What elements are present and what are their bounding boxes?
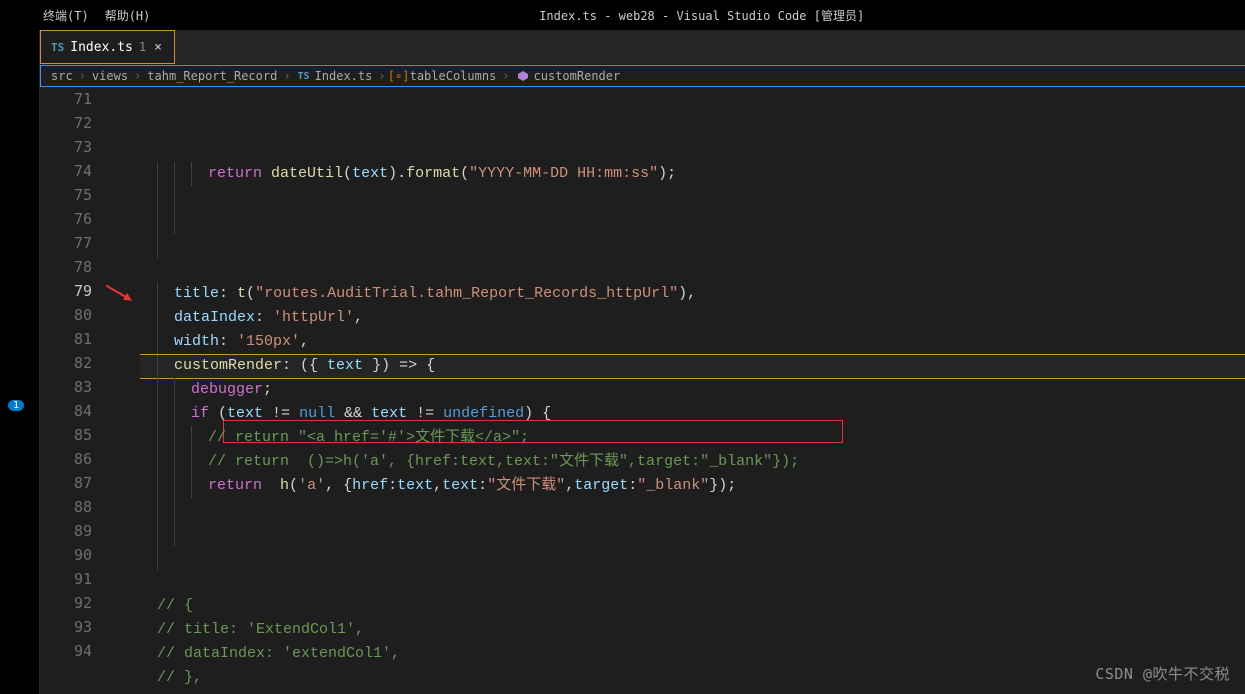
line-number: 75 (40, 186, 110, 210)
code-line[interactable]: // }, (140, 666, 1245, 690)
line-number: 80 (40, 306, 110, 330)
line-number: 81 (40, 330, 110, 354)
code-line[interactable] (140, 186, 1245, 210)
code-line[interactable] (140, 498, 1245, 522)
line-number: 76 (40, 210, 110, 234)
code-line[interactable]: // { (140, 690, 1245, 694)
crumb-file[interactable]: TS Index.ts (297, 69, 373, 83)
code-line[interactable] (140, 570, 1245, 594)
menu-terminal[interactable]: 终端(T) (35, 3, 97, 28)
chevron-right-icon: › (378, 69, 385, 83)
line-number: 73 (40, 138, 110, 162)
chevron-right-icon: › (134, 69, 141, 83)
crumb-symbol-array[interactable]: [∘] tableColumns (392, 69, 497, 83)
line-number: 90 (40, 546, 110, 570)
line-number: 88 (40, 498, 110, 522)
code-line[interactable]: // dataIndex: 'extendCol1', (140, 642, 1245, 666)
crumb-src[interactable]: src (51, 69, 73, 83)
crumb-folder[interactable]: tahm_Report_Record (147, 69, 277, 83)
code-line[interactable]: customRender: ({ text }) => { (140, 354, 1245, 378)
line-number: 94 (40, 642, 110, 666)
crumb-views[interactable]: views (92, 69, 128, 83)
code-line[interactable]: debugger; (140, 378, 1245, 402)
code-line[interactable] (140, 234, 1245, 258)
window-title: Index.ts - web28 - Visual Studio Code [管… (158, 7, 1245, 24)
watermark: CSDN @吹牛不交税 (1095, 663, 1230, 684)
array-icon: [∘] (392, 69, 406, 83)
chevron-right-icon: › (502, 69, 509, 83)
editor-tabs: TS Index.ts 1 × (40, 30, 1245, 65)
title-bar: 终端(T) 帮助(H) Index.ts - web28 - Visual St… (0, 0, 1245, 30)
line-number: 93 (40, 618, 110, 642)
code-line[interactable]: title: t("routes.AuditTrial.tahm_Report_… (140, 282, 1245, 306)
file-icon-ts: TS (51, 41, 64, 54)
line-number: 78 (40, 258, 110, 282)
code-line[interactable]: return dateUtil(text).format("YYYY-MM-DD… (140, 162, 1245, 186)
line-number: 79 (40, 282, 110, 306)
menu-bar: 终端(T) 帮助(H) (0, 3, 158, 28)
line-number: 72 (40, 114, 110, 138)
tab-label: Index.ts (70, 40, 133, 55)
crumb-symbol-method[interactable]: customRender (516, 69, 621, 83)
code-line[interactable]: // return ()=>h('a', {href:text,text:"文件… (140, 450, 1245, 474)
activity-bar: 1 (0, 30, 40, 694)
code-line[interactable]: dataIndex: 'httpUrl', (140, 306, 1245, 330)
line-number: 87 (40, 474, 110, 498)
code-line[interactable]: // return "<a href='#'>文件下载</a>"; (140, 426, 1245, 450)
line-number: 71 (40, 90, 110, 114)
line-number: 84 (40, 402, 110, 426)
code-line[interactable] (140, 522, 1245, 546)
code-line[interactable]: width: '150px', (140, 330, 1245, 354)
chevron-right-icon: › (283, 69, 290, 83)
code-line[interactable]: // title: 'ExtendCol1', (140, 618, 1245, 642)
code-line[interactable] (140, 546, 1245, 570)
tab-index-ts[interactable]: TS Index.ts 1 × (40, 30, 175, 64)
code-line[interactable] (140, 210, 1245, 234)
menu-help[interactable]: 帮助(H) (97, 3, 159, 28)
code-line[interactable]: return h('a', {href:text,text:"文件下载",tar… (140, 474, 1245, 498)
line-number: 89 (40, 522, 110, 546)
line-number-gutter: 7172737475767778798081828384858687888990… (40, 87, 110, 694)
chevron-right-icon: › (79, 69, 86, 83)
code-line[interactable] (140, 258, 1245, 282)
line-number: 82 (40, 354, 110, 378)
breadcrumb: src › views › tahm_Report_Record › TS In… (40, 65, 1245, 87)
code-line[interactable]: if (text != null && text != undefined) { (140, 402, 1245, 426)
method-icon (516, 69, 530, 83)
line-number: 86 (40, 450, 110, 474)
code-line[interactable]: // { (140, 594, 1245, 618)
line-number: 85 (40, 426, 110, 450)
line-number: 74 (40, 162, 110, 186)
tab-close-icon[interactable]: × (152, 40, 164, 55)
code-lines[interactable]: return dateUtil(text).format("YYYY-MM-DD… (140, 87, 1245, 694)
glyph-margin (110, 87, 140, 694)
line-number: 77 (40, 234, 110, 258)
editor[interactable]: 7172737475767778798081828384858687888990… (40, 87, 1245, 694)
tab-dirty-indicator: 1 (139, 40, 146, 54)
file-ts-icon: TS (297, 69, 311, 83)
line-number: 83 (40, 378, 110, 402)
line-number: 92 (40, 594, 110, 618)
activity-badge[interactable]: 1 (8, 400, 24, 411)
line-number: 91 (40, 570, 110, 594)
